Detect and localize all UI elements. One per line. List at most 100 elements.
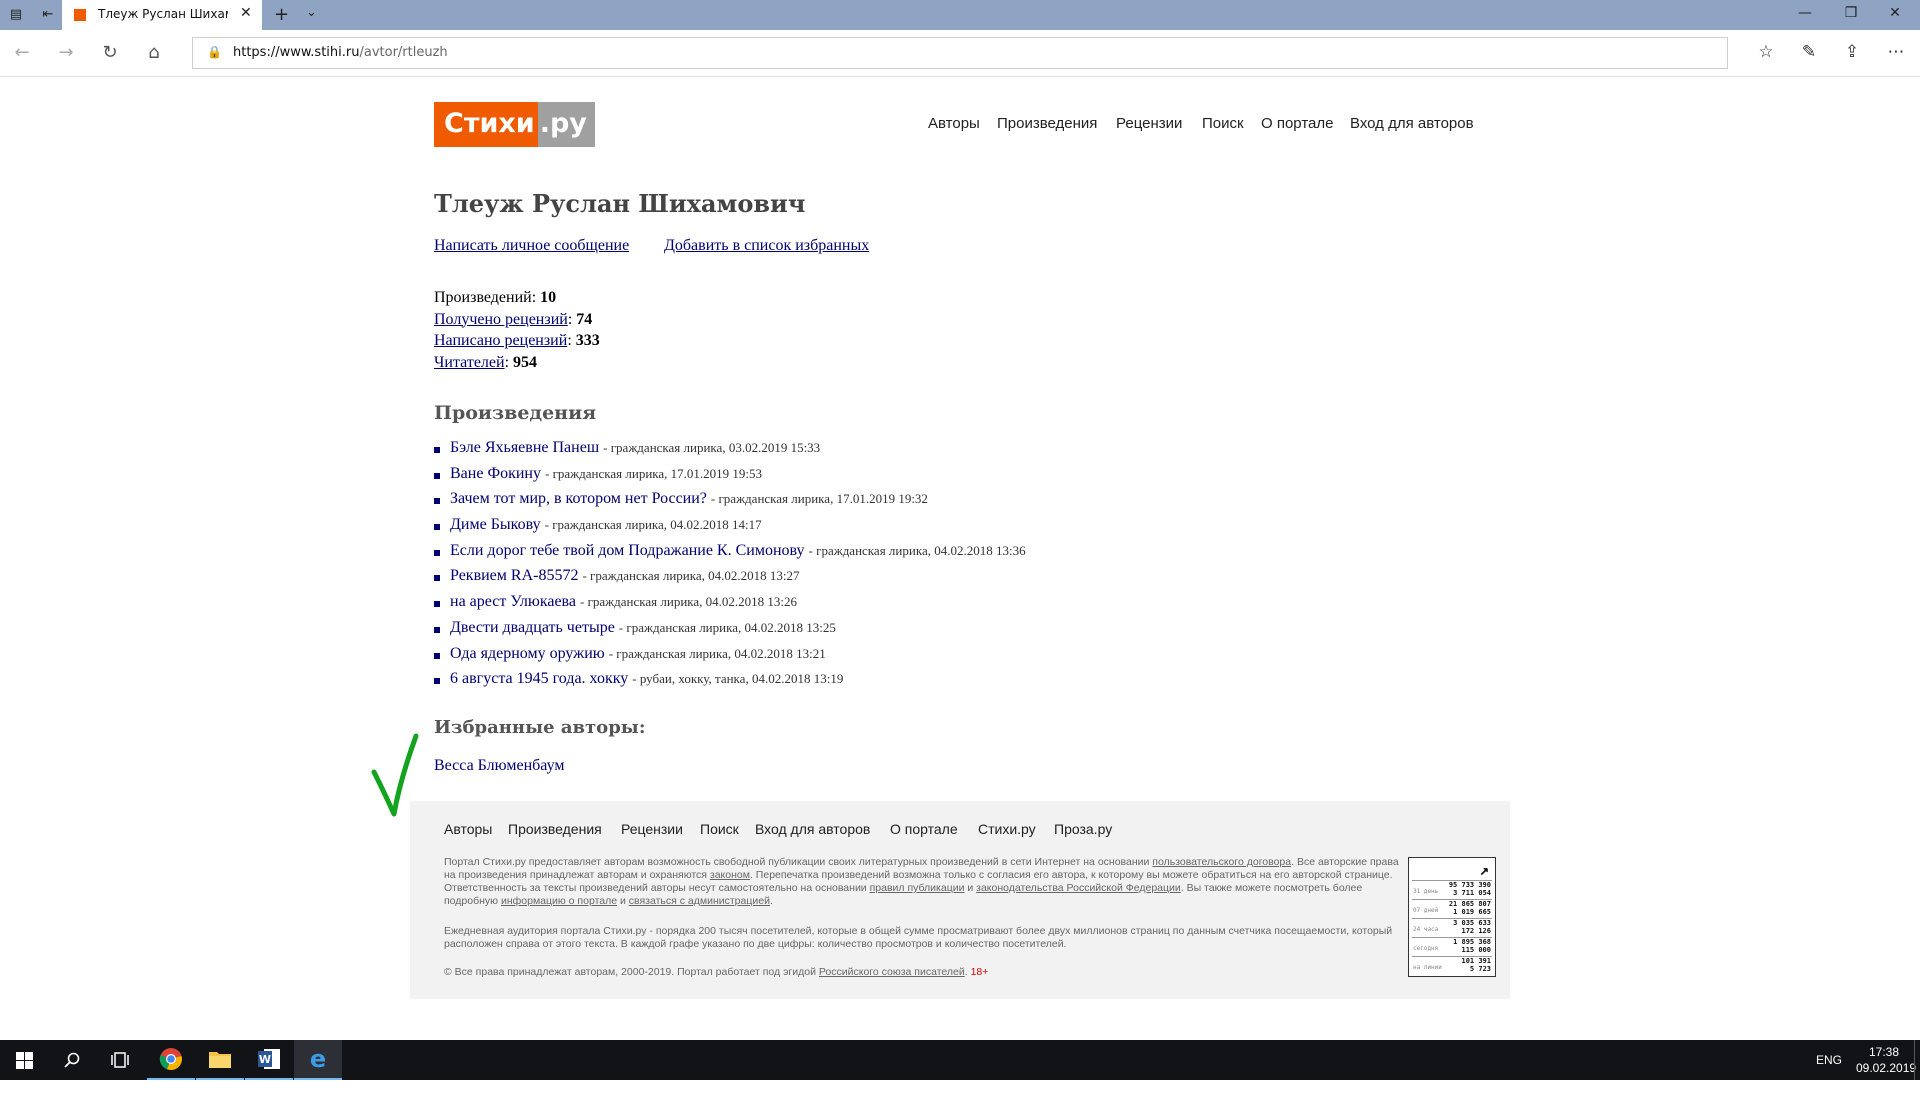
- footer-nav-reviews[interactable]: Рецензии: [621, 821, 683, 837]
- nav-reviews[interactable]: Рецензии: [1116, 115, 1182, 132]
- counter-views: 21 865 807: [1448, 900, 1491, 908]
- edge-icon[interactable]: e: [294, 1040, 342, 1080]
- stat-received-value: 74: [576, 310, 593, 328]
- counter-views: 1 895 368: [1453, 938, 1491, 946]
- work-title-link[interactable]: Зачем тот мир, в котором нет России?: [450, 490, 707, 507]
- nav-login[interactable]: Вход для авторов: [1350, 115, 1474, 132]
- more-icon[interactable]: ⋯: [1884, 42, 1908, 62]
- show-desktop-button[interactable]: [1914, 1040, 1920, 1080]
- minimize-icon[interactable]: —: [1795, 5, 1815, 21]
- counter-views: 3 035 633: [1453, 919, 1491, 927]
- work-title-link[interactable]: Бэле Яхьяевне Панеш: [450, 439, 599, 456]
- bullet: [434, 549, 440, 556]
- chrome-icon[interactable]: [147, 1040, 195, 1080]
- tab-title: Тлеуж Руслан Шихамові: [98, 7, 228, 21]
- footer-nav-works[interactable]: Произведения: [508, 821, 602, 837]
- work-title-link[interactable]: на арест Улюкаева: [450, 593, 576, 610]
- nav-authors[interactable]: Авторы: [928, 115, 980, 132]
- clock[interactable]: 17:38 09.02.2019: [1856, 1044, 1916, 1084]
- svg-text:W: W: [259, 1053, 271, 1066]
- counter-visitors: 1 019 665: [1453, 908, 1491, 916]
- nav-about[interactable]: О портале: [1261, 115, 1333, 132]
- windows-taskbar: W e ENG 17:38 09.02.2019: [0, 1040, 1920, 1080]
- send-message-link[interactable]: Написать личное сообщение: [434, 237, 629, 255]
- counter-row: сегодня 1 895 368 115 000: [1412, 937, 1492, 956]
- visitor-counter[interactable]: ↗ 31 день 95 733 390 3 711 054 07 дней 21 8…: [1408, 857, 1496, 977]
- nav-works[interactable]: Произведения: [997, 115, 1097, 132]
- restore-icon[interactable]: ❐: [1841, 5, 1861, 21]
- footer-nav-authors[interactable]: Авторы: [444, 821, 492, 837]
- svg-text:e: e: [310, 1047, 326, 1071]
- work-title-link[interactable]: Диме Быкову: [450, 516, 541, 533]
- work-meta: - гражданская лирика, 04.02.2018 13:26: [580, 594, 798, 610]
- footer-nav-stihi[interactable]: Стихи.ру: [978, 821, 1036, 837]
- tab-actions-icon[interactable]: ▤: [8, 7, 24, 23]
- back-icon[interactable]: ←: [10, 42, 34, 63]
- new-tab-icon[interactable]: +: [274, 4, 289, 25]
- favorite-author-link[interactable]: Весса Блюменбаум: [434, 757, 565, 775]
- nav-search[interactable]: Поиск: [1202, 115, 1244, 132]
- contact-admin-link[interactable]: связаться с администрацией: [629, 895, 770, 907]
- bullet: [434, 575, 440, 582]
- url-text[interactable]: https://www.stihi.ru/avtor/rtleuzh: [233, 45, 448, 60]
- language-indicator[interactable]: ENG: [1816, 1053, 1842, 1093]
- share-icon[interactable]: ⇪: [1840, 42, 1864, 62]
- counter-label: сегодня: [1413, 945, 1439, 952]
- pen-icon[interactable]: ✎: [1797, 42, 1821, 62]
- forward-icon[interactable]: →: [54, 42, 78, 63]
- counter-row: 31 день 95 733 390 3 711 054: [1412, 880, 1492, 899]
- stat-readers-value: 954: [513, 353, 538, 371]
- stat-works-value: 10: [540, 289, 557, 306]
- counter-views: 101 391: [1461, 957, 1491, 965]
- portal-info-link[interactable]: информацию о портале: [501, 895, 617, 907]
- user-agreement-link[interactable]: пользовательского договора: [1152, 856, 1291, 868]
- footer-nav-proza[interactable]: Проза.ру: [1054, 821, 1112, 837]
- bullet: [434, 626, 440, 633]
- legal-text-part: .: [769, 895, 773, 907]
- footer-nav-search[interactable]: Поиск: [700, 821, 739, 837]
- close-tab-icon[interactable]: ✕: [240, 5, 252, 21]
- counter-row: на линии 101 391 5 723: [1412, 956, 1492, 975]
- stat-received: Получено рецензий: 74: [434, 310, 593, 328]
- bullet: [434, 601, 440, 608]
- favorites-icon[interactable]: ☆: [1754, 42, 1778, 62]
- browser-tab[interactable]: Тлеуж Руслан Шихамові ✕: [62, 0, 262, 30]
- clock-time: 17:38: [1868, 1045, 1900, 1059]
- work-title-link[interactable]: Ода ядерному оружию: [450, 645, 605, 662]
- work-title-link[interactable]: 6 августа 1945 года. хокку: [450, 670, 628, 687]
- logo-part-2: .ру: [537, 102, 595, 147]
- browser-toolbar: ← → ↻ ⌂ 🔒 https://www.stihi.ru/avtor/rtl…: [0, 30, 1920, 77]
- legislation-link[interactable]: законодательства Российской Федерации: [976, 882, 1181, 894]
- writers-union-link[interactable]: Российского союза писателей: [819, 966, 965, 978]
- windows-start-icon[interactable]: [0, 1040, 48, 1080]
- work-title-link[interactable]: Если дорог тебе твой дом Подражание К. С…: [450, 542, 805, 559]
- home-icon[interactable]: ⌂: [142, 42, 166, 63]
- refresh-icon[interactable]: ↻: [98, 42, 122, 63]
- counter-label: на линии: [1413, 964, 1442, 971]
- counter-row: 24 часа 3 035 633 172 126: [1412, 918, 1492, 937]
- site-logo[interactable]: Стихи .ру: [434, 102, 595, 147]
- law-link[interactable]: законом: [710, 869, 750, 881]
- stat-written-value: 333: [575, 332, 600, 349]
- task-view-icon[interactable]: [96, 1040, 144, 1080]
- work-title-link[interactable]: Ване Фокину: [450, 465, 541, 482]
- lock-icon: 🔒: [207, 45, 222, 59]
- search-icon[interactable]: [48, 1040, 96, 1080]
- close-window-icon[interactable]: ✕: [1885, 5, 1905, 21]
- publication-rules-link[interactable]: правил публикации: [870, 882, 965, 894]
- work-title-link[interactable]: Реквием RA-85572: [450, 567, 578, 584]
- copyright-text: © Все права принадлежат авторам, 2000-20…: [444, 966, 819, 978]
- work-title-link[interactable]: Двести двадцать четыре: [450, 619, 615, 636]
- address-bar[interactable]: 🔒 https://www.stihi.ru/avtor/rtleuzh: [192, 37, 1728, 69]
- readers-link[interactable]: Читателей: [434, 354, 505, 371]
- received-reviews-link[interactable]: Получено рецензий: [434, 311, 568, 328]
- add-favorite-link[interactable]: Добавить в список избранных: [664, 237, 869, 255]
- file-explorer-icon[interactable]: [196, 1040, 244, 1080]
- written-reviews-link[interactable]: Написано рецензий: [434, 332, 567, 349]
- footer-nav-about[interactable]: О портале: [890, 821, 958, 837]
- chevron-down-icon[interactable]: ⌄: [306, 5, 317, 20]
- footer-nav-login[interactable]: Вход для авторов: [755, 821, 870, 837]
- work-meta: - гражданская лирика, 17.01.2019 19:53: [544, 465, 763, 481]
- word-icon[interactable]: W: [245, 1040, 293, 1080]
- set-aside-tabs-icon[interactable]: ⇤: [40, 7, 56, 23]
